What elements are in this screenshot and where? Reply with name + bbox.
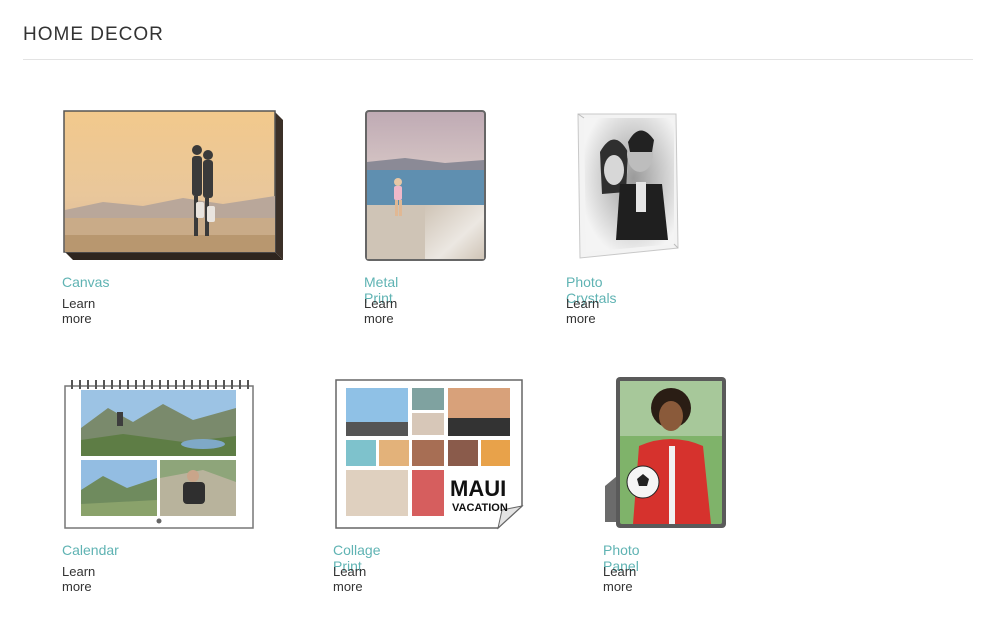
learn-more-collage-print[interactable]: Learn more bbox=[333, 564, 366, 594]
canvas-thumbnail[interactable] bbox=[63, 110, 285, 262]
learn-more-canvas[interactable]: Learn more bbox=[62, 296, 95, 326]
learn-more-photo-panel[interactable]: Learn more bbox=[603, 564, 636, 594]
learn-more-calendar[interactable]: Learn more bbox=[62, 564, 95, 594]
learn-more-metal-print[interactable]: Learn more bbox=[364, 296, 397, 326]
metal-print-thumbnail[interactable] bbox=[365, 110, 487, 262]
photo-crystals-thumbnail[interactable] bbox=[576, 112, 680, 260]
collage-overlay-vacation: VACATION bbox=[452, 502, 508, 514]
header-divider bbox=[23, 59, 973, 60]
learn-more-photo-crystals[interactable]: Learn more bbox=[566, 296, 599, 326]
collage-overlay-maui: MAUI bbox=[450, 476, 506, 501]
calendar-thumbnail[interactable] bbox=[63, 378, 255, 530]
product-name-calendar[interactable]: Calendar bbox=[62, 542, 119, 558]
collage-print-thumbnail[interactable]: MAUI VACATION bbox=[334, 378, 524, 530]
page-title: HOME DECOR bbox=[23, 24, 164, 45]
product-name-canvas[interactable]: Canvas bbox=[62, 274, 109, 290]
photo-panel-thumbnail[interactable] bbox=[603, 376, 729, 530]
